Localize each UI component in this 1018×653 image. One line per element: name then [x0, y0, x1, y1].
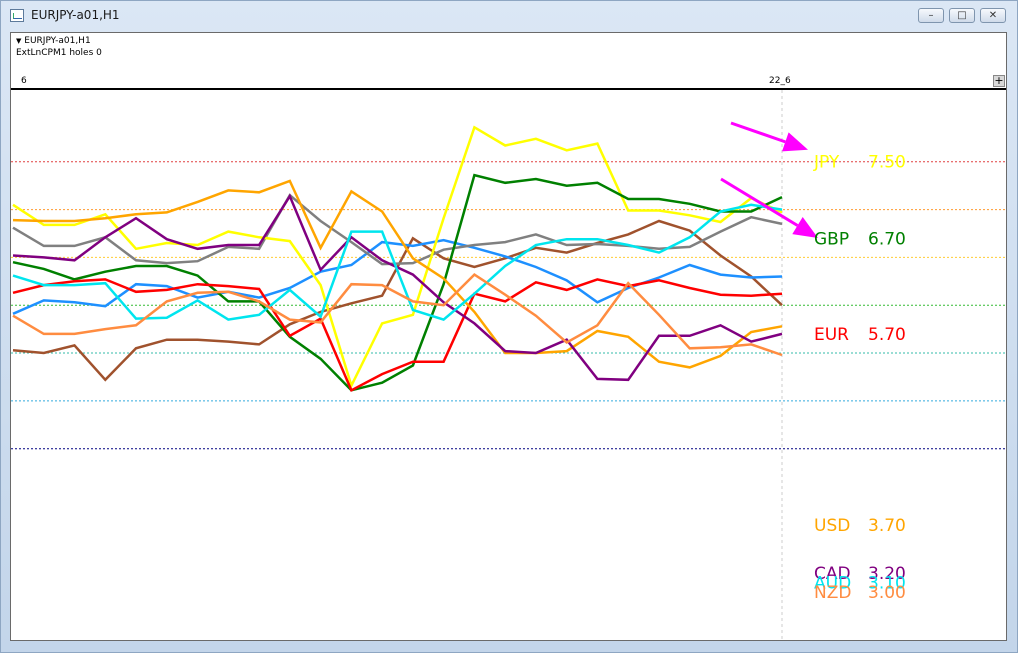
- minimize-icon: –: [928, 10, 934, 21]
- indicator-label: ExtLnCPM1 holes 0: [16, 48, 102, 58]
- currency-value: 5.70: [868, 325, 906, 345]
- symbol-label: EURJPY-a01,H1: [24, 36, 91, 46]
- time-label-left: 6: [21, 76, 27, 86]
- series-line-jpy: [12, 125, 783, 389]
- chart-window-icon: [10, 9, 24, 22]
- currency-label-nzd: NZD 3.00: [814, 583, 906, 603]
- currency-label-jpy: JPY 7.50: [813, 153, 906, 173]
- currency-value: 3.70: [868, 516, 906, 536]
- currency-code: EUR: [814, 325, 849, 345]
- currency-strength-plot: JPY 7.50GBP 6.70EUR 5.70USD 3.70CAD 3.20AUD 3.…: [11, 90, 1006, 640]
- maximize-icon: □: [957, 10, 967, 21]
- currency-code: NZD: [814, 583, 851, 603]
- close-icon: ✕: [988, 10, 998, 21]
- window-title: EURJPY-a01,H1: [31, 8, 120, 22]
- chart-window: EURJPY-a01,H1 – □ ✕ ▼ EURJPY-a01,H1 ExtL…: [0, 0, 1018, 653]
- minimize-button[interactable]: –: [918, 8, 944, 23]
- close-button[interactable]: ✕: [980, 8, 1006, 23]
- currency-label-usd: USD 3.70: [814, 516, 906, 536]
- time-scale: 6 22_6 +: [11, 74, 1006, 90]
- currency-label-eur: EUR 5.70: [814, 325, 906, 345]
- currency-value: 6.70: [868, 229, 906, 249]
- series-line-nzd: [12, 273, 783, 357]
- currency-code: USD: [814, 516, 850, 536]
- series-line-blue: [12, 238, 783, 315]
- currency-value: 3.00: [868, 583, 906, 603]
- jpy-arrow: [730, 121, 808, 152]
- series-line-gray: [12, 193, 783, 266]
- title-bar[interactable]: EURJPY-a01,H1 – □ ✕: [1, 1, 1017, 31]
- currency-code: GBP: [814, 229, 849, 249]
- maximize-button[interactable]: □: [949, 8, 975, 23]
- plus-button[interactable]: +: [993, 75, 1005, 87]
- currency-value: 7.50: [868, 153, 906, 173]
- time-label-right: 22_6: [769, 76, 791, 86]
- chart-area[interactable]: ▼ EURJPY-a01,H1 ExtLnCPM1 holes 0 6 22_6…: [10, 32, 1007, 641]
- currency-code: JPY: [813, 153, 840, 173]
- dropdown-arrow-icon: ▼: [16, 37, 22, 45]
- symbol-info[interactable]: ▼ EURJPY-a01,H1: [16, 36, 91, 46]
- plus-icon: +: [994, 74, 1004, 87]
- currency-label-gbp: GBP 6.70: [814, 229, 906, 249]
